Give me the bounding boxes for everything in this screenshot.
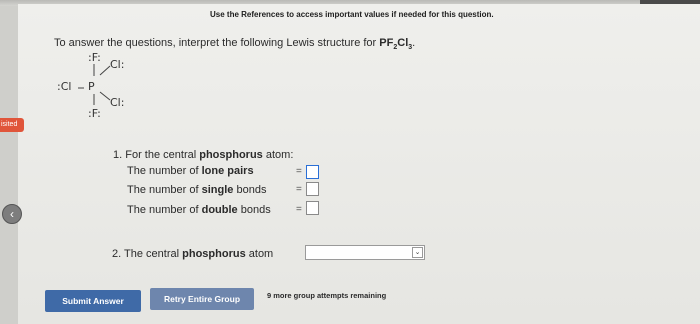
equals-sign: =: [296, 184, 302, 195]
lone-pairs-input[interactable]: [306, 165, 319, 179]
question-1-title: 1. For the central phosphorus atom:: [113, 149, 294, 161]
atom-f-bottom: :F:: [88, 107, 101, 120]
equals-sign: =: [296, 166, 302, 177]
back-arrow-icon[interactable]: ‹: [2, 204, 22, 224]
atom-cl-bottom: Cl:: [110, 96, 125, 109]
double-bonds-input[interactable]: [306, 201, 319, 215]
bond-p-cl-top: [99, 65, 111, 76]
double-bonds-label: The number of double bonds: [127, 204, 271, 216]
single-bonds-label: The number of single bonds: [127, 184, 267, 196]
phosphorus-dropdown[interactable]: ⌄: [305, 245, 425, 260]
atom-cl-top: Cl:: [110, 58, 125, 71]
retry-entire-group-button[interactable]: Retry Entire Group: [150, 288, 254, 310]
atom-p: P: [88, 80, 95, 93]
formula: PF2Cl3: [379, 37, 413, 52]
equals-sign: =: [296, 204, 302, 215]
lewis-structure: :F: Cl: :Cl P Cl: :F:: [50, 50, 140, 130]
attempts-remaining: 9 more group attempts remaining: [267, 291, 387, 300]
atom-cl-left: :Cl: [57, 80, 72, 93]
bond-p-cl-bottom: [99, 91, 111, 101]
question-2-label: 2. The central phosphorus atom: [112, 248, 274, 260]
single-bonds-input[interactable]: [306, 182, 319, 196]
visited-tab[interactable]: isited: [0, 118, 24, 132]
lone-pairs-label: The number of lone pairs: [127, 165, 254, 177]
submit-answer-button[interactable]: Submit Answer: [45, 290, 141, 312]
atom-f-top: :F:: [88, 51, 101, 64]
chevron-down-icon: ⌄: [412, 247, 423, 258]
references-note: Use the References to access important v…: [210, 10, 494, 19]
